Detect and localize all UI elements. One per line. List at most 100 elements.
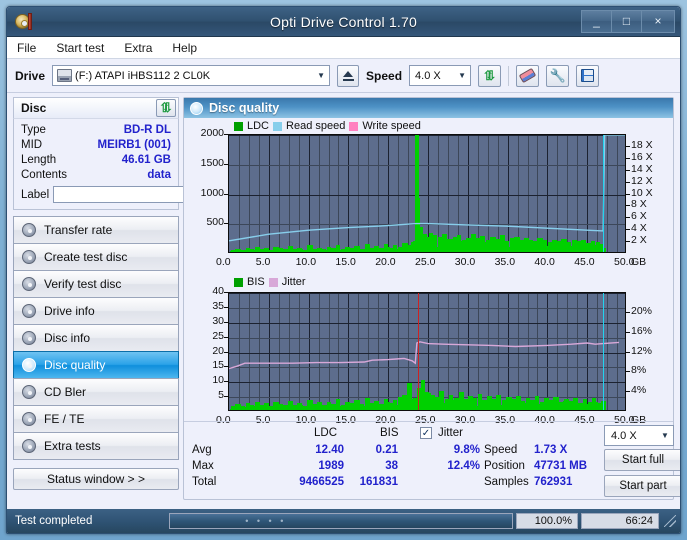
y-tick <box>224 164 228 165</box>
nav-list: Transfer rate Create test disc Verify te… <box>13 216 179 460</box>
x-tick-label: 30.0 <box>455 256 475 268</box>
speed-select[interactable]: 4.0 X ▼ <box>409 65 471 86</box>
page-title: Disc quality <box>209 101 279 115</box>
y2-tick-label: 8 X <box>631 198 647 210</box>
drive-select[interactable]: (F:) ATAPI iHBS112 2 CL0K ▼ <box>52 65 330 86</box>
sidebar-item-label: CD Bler <box>44 385 86 399</box>
sidebar-item-label: Drive info <box>44 304 95 318</box>
disc-mid-value: MEIRB1 (001) <box>98 139 172 151</box>
maximize-button[interactable]: □ <box>611 10 642 33</box>
y2-tick <box>626 217 630 218</box>
y-tick-label: 25 <box>212 330 224 342</box>
refresh-drive-button[interactable]: ⇧⇩ <box>478 65 501 87</box>
y2-tick <box>626 205 630 206</box>
start-full-button[interactable]: Start full <box>604 449 681 471</box>
y-tick <box>224 223 228 224</box>
x-tick-label: 40.0 <box>534 256 554 268</box>
y2-tick <box>626 146 630 147</box>
y-tick <box>224 194 228 195</box>
floppy-disk-icon <box>581 69 594 82</box>
test-speed-select[interactable]: 4.0 X ▼ <box>604 425 674 446</box>
y-tick <box>224 307 228 308</box>
y2-tick <box>626 312 630 313</box>
jitter-checkbox[interactable]: ✓ <box>420 427 432 439</box>
disc-quality-panel: Disc quality LDCRead speedWrite speed500… <box>183 97 674 500</box>
elapsed-time: 66:24 <box>581 513 659 529</box>
y-tick-label: 2000 <box>201 127 224 139</box>
resize-grip-icon[interactable] <box>664 515 676 527</box>
disc-type-label: Type <box>21 124 46 136</box>
y-tick-label: 5 <box>218 389 224 401</box>
y2-tick <box>626 229 630 230</box>
sidebar-item-disc-info[interactable]: Disc info <box>13 324 179 352</box>
eject-button[interactable] <box>337 65 359 87</box>
y2-tick-label: 10 X <box>631 187 653 199</box>
disc-transfer-icon <box>22 223 36 237</box>
y-tick-label: 40 <box>212 285 224 297</box>
y2-tick-label: 18 X <box>631 139 653 151</box>
stats-col-jitter: Jitter <box>438 427 463 439</box>
x-tick-label: 0.0 <box>216 256 231 268</box>
start-part-button[interactable]: Start part <box>604 475 681 497</box>
stats-row-avg-label: Avg <box>192 444 212 456</box>
menu-item-extra[interactable]: Extra <box>124 41 152 55</box>
sidebar-item-extra-tests[interactable]: Extra tests <box>13 432 179 460</box>
legend-label: Read speed <box>286 120 345 132</box>
disc-bler-icon <box>22 385 36 399</box>
x-tick-label: 35.0 <box>495 256 515 268</box>
minimize-button[interactable]: _ <box>581 10 612 33</box>
position-label: Position <box>484 460 525 472</box>
y2-tick <box>626 332 630 333</box>
legend-label: Jitter <box>282 276 306 288</box>
y-tick-label: 1500 <box>201 157 224 169</box>
chevron-down-icon: ▼ <box>313 66 329 85</box>
sidebar-item-label: Verify test disc <box>44 277 121 291</box>
disc-info-panel: Type BD-R DL MID MEIRB1 (001) Length 46.… <box>13 118 179 210</box>
stats-avg-bis: 0.21 <box>350 444 398 456</box>
legend-swatch <box>234 278 243 287</box>
menu-item-start-test[interactable]: Start test <box>56 41 104 55</box>
position-value: 47731 MB <box>534 460 604 472</box>
menu-item-file[interactable]: File <box>17 41 36 55</box>
line-series-read-speed <box>229 135 626 241</box>
eject-icon <box>343 71 353 77</box>
sidebar-item-cd-bler[interactable]: CD Bler <box>13 378 179 406</box>
stats-max-ldc: 1989 <box>284 460 344 472</box>
close-button[interactable]: × <box>641 10 675 33</box>
status-window-button[interactable]: Status window > > <box>13 468 179 490</box>
drive-label: Drive <box>15 69 45 83</box>
progress-dots: • • • • <box>245 516 286 526</box>
sidebar-item-disc-quality[interactable]: Disc quality <box>13 351 179 379</box>
disc-drive-icon <box>22 304 36 318</box>
disc-type-value: BD-R DL <box>124 124 171 136</box>
menu-item-help[interactable]: Help <box>172 41 197 55</box>
sidebar-item-transfer-rate[interactable]: Transfer rate <box>13 216 179 244</box>
tools-button[interactable]: 🔧 <box>546 65 569 87</box>
optical-drive-icon <box>57 69 72 82</box>
erase-button[interactable] <box>516 65 539 87</box>
disc-row-mid: MID MEIRB1 (001) <box>21 137 171 152</box>
stats-max-bis: 38 <box>350 460 398 472</box>
y-tick-label: 35 <box>212 300 224 312</box>
eraser-icon <box>519 68 536 83</box>
sidebar-item-drive-info[interactable]: Drive info <box>13 297 179 325</box>
x-axis-unit-label: GB <box>631 256 646 268</box>
x-tick-label: 45.0 <box>574 256 594 268</box>
left-sidebar: Disc ⇧⇩ Type BD-R DL MID MEIRB1 (001) L <box>7 93 183 502</box>
sidebar-item-fe-te[interactable]: FE / TE <box>13 405 179 433</box>
y-tick <box>224 292 228 293</box>
sidebar-item-verify-test-disc[interactable]: Verify test disc <box>13 270 179 298</box>
y2-tick-label: 2 X <box>631 234 647 246</box>
sidebar-item-create-test-disc[interactable]: Create test disc <box>13 243 179 271</box>
y2-tick <box>626 194 630 195</box>
save-button[interactable] <box>576 65 599 87</box>
refresh-disc-button[interactable]: ⇧⇩ <box>156 99 176 117</box>
disc-row-length: Length 46.61 GB <box>21 152 171 167</box>
y-tick-label: 30 <box>212 315 224 327</box>
x-tick-label: 5.0 <box>256 256 271 268</box>
y2-tick-label: 12% <box>631 345 652 357</box>
drive-toolbar: Drive (F:) ATAPI iHBS112 2 CL0K ▼ Speed … <box>7 59 680 93</box>
progress-percent: 100.0% <box>516 513 578 529</box>
main-window: Opti Drive Control 1.70 _ □ × File Start… <box>6 6 681 534</box>
y-tick <box>224 337 228 338</box>
